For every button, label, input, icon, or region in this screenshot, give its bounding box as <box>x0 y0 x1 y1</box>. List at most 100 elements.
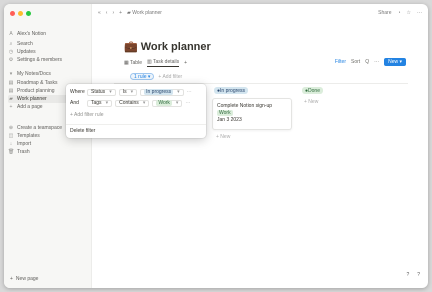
board-card[interactable]: Complete Notion sign-up Work Jan 3 2023 <box>212 98 292 130</box>
new-page-label: New page <box>15 276 39 282</box>
more-icon[interactable]: ··· <box>417 10 422 16</box>
page-icon: ▤ <box>8 88 14 94</box>
rule-operator-select[interactable]: Is ▾ <box>118 88 138 96</box>
close-window-button[interactable] <box>10 11 15 16</box>
rule-value-tag: Work <box>156 100 172 106</box>
sidebar-item-search[interactable]: ⌕ Search <box>8 40 88 48</box>
maximize-window-button[interactable] <box>26 11 31 16</box>
database-toolbar: Filter Sort Q ··· New ▾ <box>335 58 406 66</box>
filter-chip[interactable]: 1 rule ▾ <box>130 73 155 80</box>
topbar-actions: Share ◔ ☆ ··· <box>378 10 422 16</box>
new-button[interactable]: New ▾ <box>384 58 406 66</box>
create-icon: ⊕ <box>8 125 14 131</box>
help-icon[interactable]: ? <box>417 272 420 278</box>
filter-button[interactable]: Filter <box>335 59 346 65</box>
sidebar-item-label: Settings & members <box>17 57 63 63</box>
rule-value-select[interactable]: In progress ▾ <box>140 88 184 96</box>
sidebar-section-header[interactable]: ▾ My Notes/Docs <box>8 70 88 78</box>
search-button[interactable]: Q <box>365 59 369 65</box>
plus-icon[interactable]: + <box>119 10 122 16</box>
tab-table[interactable]: ▦ Table <box>124 60 142 66</box>
search-icon: ⌕ <box>9 41 13 47</box>
card-date: Jan 3 2023 <box>217 116 242 123</box>
rule-operator-value: Contains <box>119 100 139 106</box>
rule-field-value: Tags <box>91 100 102 106</box>
rule-value-select[interactable]: Work ▾ <box>152 99 183 107</box>
add-view-button[interactable]: + <box>184 60 187 66</box>
page-title[interactable]: 💼 Work planner <box>124 40 211 54</box>
app-window: A Alex's Notion ⌕ Search ◷ Updates ⚙ Set… <box>4 4 428 288</box>
briefcase-icon: ▰ <box>127 10 131 16</box>
sidebar-item-label: Templates <box>17 133 40 139</box>
sidebar-item-label: Create a teamspace <box>17 125 63 131</box>
chevron-down-icon: ▾ <box>105 100 109 106</box>
share-button[interactable]: Share <box>378 10 391 16</box>
comment-icon[interactable]: ◔ <box>397 10 400 16</box>
popover-divider <box>66 124 206 125</box>
chevron-down-icon: ▾ <box>175 100 179 106</box>
import-icon: ↓ <box>9 141 13 147</box>
delete-filter-button[interactable]: Delete filter <box>70 127 95 135</box>
card-tag: Work <box>217 109 233 116</box>
chevron-down-icon: ▾ <box>177 89 180 95</box>
rule-operator-select[interactable]: Contains ▾ <box>115 99 150 107</box>
main-content: « ‹ › + ▰ Work planner Share ◔ ☆ ··· 💼 W… <box>92 4 428 288</box>
clock-icon: ◷ <box>8 49 14 55</box>
chevron-down-icon: ▾ <box>9 71 13 77</box>
rule-prefix: Where <box>70 89 85 95</box>
filter-chip-label: 1 rule <box>134 73 147 80</box>
help-buttons: ? ? <box>406 272 420 278</box>
more-icon[interactable]: ··· <box>187 89 192 95</box>
gear-icon: ⚙ <box>8 57 14 63</box>
sidebar-item-label: Search <box>17 41 33 47</box>
workspace-switcher[interactable]: A Alex's Notion <box>8 30 88 38</box>
filter-rule-row: And Tags ▾ Contains ▾ Work ▾ ··· <box>70 99 190 107</box>
sidebar-item-trash[interactable]: 🗑 Trash <box>8 148 88 156</box>
chevron-down-icon: ▾ <box>142 100 146 106</box>
column-header-in-progress[interactable]: ● In progress <box>214 87 249 94</box>
more-icon[interactable]: ··· <box>374 59 379 65</box>
plus-icon: + <box>10 276 13 282</box>
window-controls <box>10 11 31 16</box>
help-icon[interactable]: ? <box>406 272 409 278</box>
rule-field-value: Status <box>91 89 106 95</box>
more-icon[interactable]: ··· <box>185 100 190 106</box>
tab-task-details[interactable]: ▥ Task details <box>146 59 180 67</box>
briefcase-icon: ▰ <box>9 96 13 102</box>
tab-label: Task details <box>153 59 180 65</box>
add-card-button[interactable]: + New <box>216 134 230 140</box>
breadcrumb[interactable]: ▰ Work planner <box>127 10 162 16</box>
filter-popover: Where Status ▾ Is ▾ In progress ▾ ··· And T… <box>66 84 206 138</box>
sidebar-item-label: Trash <box>17 149 30 155</box>
page-icon: ▤ <box>8 80 14 86</box>
filter-rule-row: Where Status ▾ Is ▾ In progress ▾ ··· <box>70 88 192 96</box>
page-emoji-icon: 💼 <box>124 41 138 53</box>
page-title-text: Work planner <box>140 40 211 53</box>
sidebar-item-label: Roadmap & Tasks <box>17 80 58 86</box>
sidebar-item-import[interactable]: ↓ Import <box>8 140 88 148</box>
rule-prefix: And <box>70 100 79 106</box>
tab-label: Table <box>130 60 142 66</box>
add-card-button[interactable]: + New <box>304 99 318 105</box>
column-label: Done <box>308 87 320 94</box>
forward-arrow-icon[interactable]: › <box>112 10 114 16</box>
back-arrow-icon[interactable]: ‹ <box>106 10 108 16</box>
sidebar-item-label: Product planning <box>17 88 55 94</box>
sidebar-item-updates[interactable]: ◷ Updates <box>8 48 88 56</box>
sidebar-item-settings[interactable]: ⚙ Settings & members <box>8 56 88 64</box>
rule-value-tag: In progress <box>144 89 174 95</box>
rule-field-select[interactable]: Tags ▾ <box>87 99 113 107</box>
card-title: Complete Notion sign-up <box>217 102 273 109</box>
sidebar-item-label: Add a page <box>17 104 43 110</box>
column-header-done[interactable]: ● Done <box>302 87 323 94</box>
sort-button[interactable]: Sort <box>351 59 360 65</box>
sidebar-item-label: Updates <box>17 49 36 55</box>
add-filter-button[interactable]: + Add filter <box>158 74 182 80</box>
add-filter-rule-button[interactable]: + Add filter rule <box>70 111 104 119</box>
sidebar-item-label: Import <box>17 141 32 147</box>
new-page-button[interactable]: + New page <box>10 276 38 282</box>
star-icon[interactable]: ☆ <box>407 10 411 16</box>
rule-field-select[interactable]: Status ▾ <box>87 88 116 96</box>
sidebar-toggle-icon[interactable]: « <box>98 10 101 16</box>
minimize-window-button[interactable] <box>18 11 23 16</box>
